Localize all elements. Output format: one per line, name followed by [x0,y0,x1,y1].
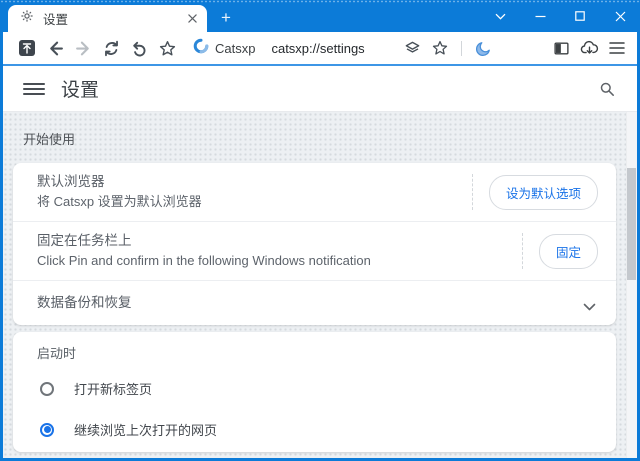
close-icon[interactable] [600,0,640,32]
hamburger-icon[interactable] [603,35,631,61]
minimize-icon[interactable] [520,0,560,32]
cloud-download-icon[interactable] [575,35,603,61]
url-text: catsxp://settings [271,40,365,56]
site-label: Catsxp [215,40,256,56]
row-subtitle: 将 Catsxp 设置为默认浏览器 [37,194,202,209]
backup-restore-row[interactable]: 数据备份和恢复 [13,281,616,325]
row-subtitle: Click Pin and confirm in the following W… [37,253,371,268]
setup-card: 默认浏览器 将 Catsxp 设置为默认浏览器 设为默认选项 固定在任务栏上 C… [13,163,616,325]
tab-close-icon[interactable] [183,10,201,28]
pin-taskbar-row: 固定在任务栏上 Click Pin and confirm in the fol… [13,222,616,281]
row-text: 数据备份和恢复 [37,293,583,313]
dashed-divider [471,174,473,210]
gear-icon [20,9,34,28]
maximize-icon[interactable] [560,0,600,32]
new-tab-button[interactable]: + [214,8,238,28]
chevron-down-icon [583,299,596,310]
window-controls [480,0,640,32]
dashed-divider [521,233,523,269]
window-chevron-icon[interactable] [480,0,520,32]
pin-button[interactable]: 固定 [538,233,598,269]
scrollbar-track[interactable] [626,112,637,458]
undo-icon[interactable] [125,35,153,61]
radio-selected-icon[interactable] [40,422,54,437]
sidebar-icon[interactable] [547,35,575,61]
tab-settings[interactable]: 设置 [8,5,207,32]
star-outline-icon[interactable] [153,35,181,61]
row-text: 固定在任务栏上 Click Pin and confirm in the fol… [37,231,514,271]
catsxp-logo [193,38,209,59]
startup-option-continue[interactable]: 继续浏览上次打开的网页 [13,409,616,450]
section-label-on-startup: 启动时 [37,346,77,361]
moon-icon[interactable] [469,35,497,61]
settings-body: 开始使用 默认浏览器 将 Catsxp 设置为默认浏览器 设为默认选项 固定在任… [3,112,637,458]
page-title: 设置 [61,80,100,101]
tab-title: 设置 [43,13,69,27]
row-title: 固定在任务栏上 [37,233,132,248]
option-label: 继续浏览上次打开的网页 [74,423,218,438]
bookmark-star-icon[interactable] [426,35,454,61]
browser-window: 设置 + Catsxp catsxp://settings 设置 开始使用 默认… [0,0,640,461]
tab-strip: 设置 + [0,0,640,32]
address-bar-icons [398,35,497,61]
scrollbar-thumb[interactable] [627,168,636,280]
layers-icon[interactable] [398,35,426,61]
menu-icon[interactable] [23,80,45,98]
startup-card: 启动时 打开新标签页 继续浏览上次打开的网页 [13,332,616,452]
row-title: 默认浏览器 [37,174,105,189]
divider [461,40,462,56]
refresh-icon[interactable] [97,35,125,61]
row-text: 默认浏览器 将 Catsxp 设置为默认浏览器 [37,172,464,212]
toolbar-right-icons [547,35,631,61]
section-label-get-started: 开始使用 [23,132,76,147]
row-title: 数据备份和恢复 [37,295,132,310]
back-icon[interactable] [41,35,69,61]
boss-key-icon[interactable] [13,35,41,61]
option-label: 打开新标签页 [74,382,153,397]
address-bar[interactable]: Catsxp catsxp://settings [193,35,497,61]
search-icon[interactable] [599,81,615,97]
radio-unselected-icon[interactable] [40,381,54,396]
startup-option-new-tab[interactable]: 打开新标签页 [13,368,616,409]
settings-header: 设置 [3,66,637,112]
set-default-button[interactable]: 设为默认选项 [488,174,598,210]
browser-toolbar: Catsxp catsxp://settings [3,32,637,64]
default-browser-row: 默认浏览器 将 Catsxp 设置为默认浏览器 设为默认选项 [13,163,616,222]
forward-icon [69,35,97,61]
window-content: Catsxp catsxp://settings 设置 开始使用 默认浏览器 将… [3,32,637,458]
